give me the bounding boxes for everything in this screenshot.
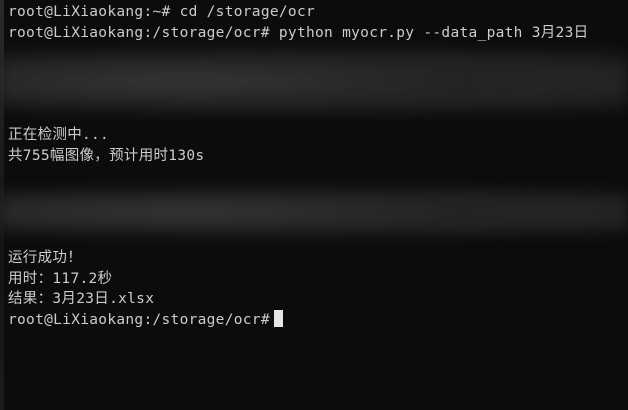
text-cursor (273, 309, 283, 327)
prompt-line[interactable]: root@LiXiaokang:/storage/ocr# (8, 309, 628, 331)
terminal-window[interactable]: root@LiXiaokang:~# cd /storage/ocr root@… (0, 0, 628, 410)
shell-prompt: root@LiXiaokang:/storage/ocr# (8, 311, 270, 328)
output-line: 共755幅图像，预计用时130s (8, 147, 205, 164)
output-line: 运行成功！ (8, 250, 82, 266)
terminal-output: root@LiXiaokang:~# cd /storage/ocr root@… (8, 2, 628, 330)
output-line: 结果：3月23日.xlsx (8, 291, 155, 307)
output-line: 正在检测中... (8, 127, 110, 143)
output-line: root@LiXiaokang:~# cd /storage/ocr (8, 4, 316, 20)
output-line: root@LiXiaokang:/storage/ocr# python myo… (8, 24, 589, 41)
output-line: 用时：117.2秒 (8, 270, 113, 287)
